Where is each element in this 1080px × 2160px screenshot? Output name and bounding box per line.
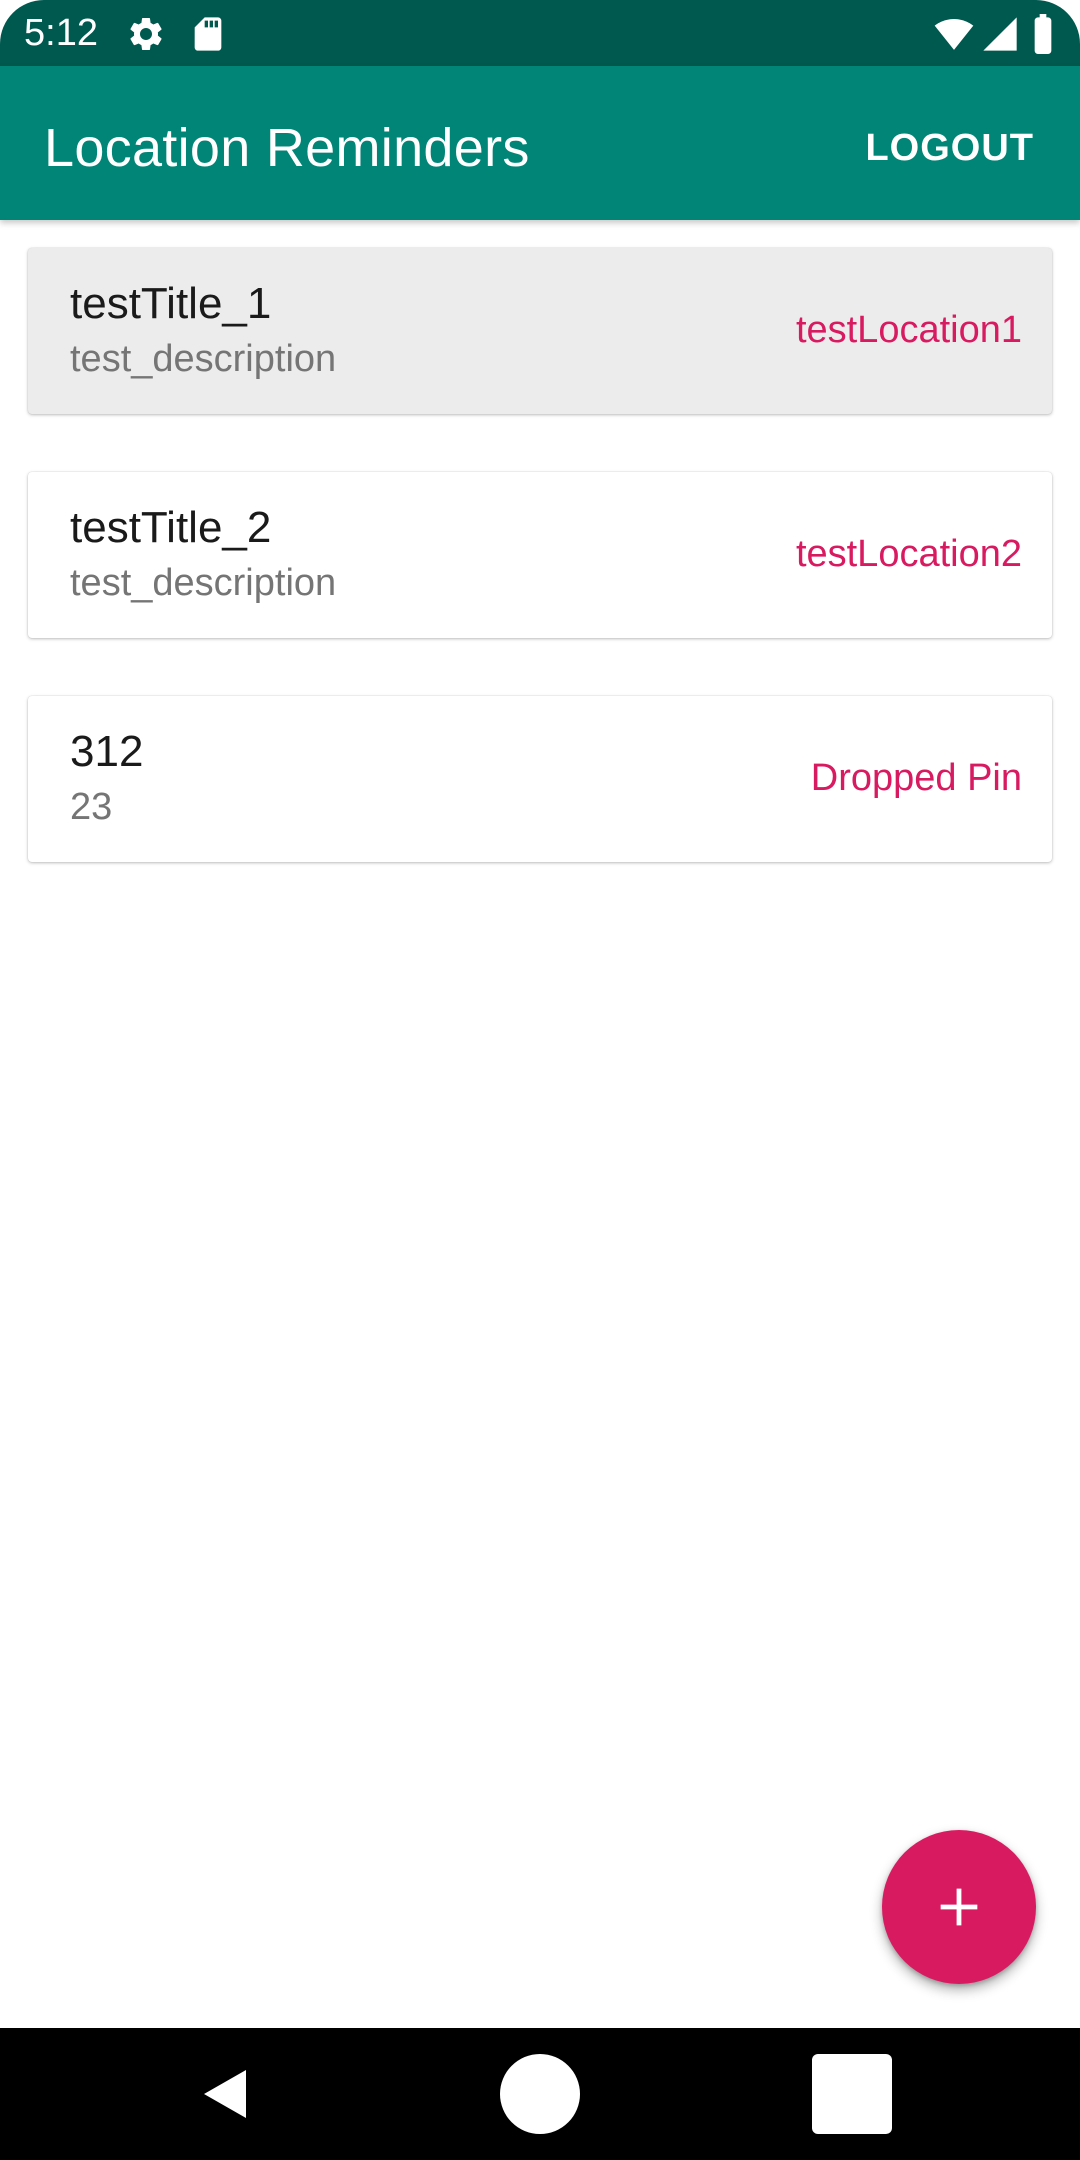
add-reminder-button[interactable] (882, 1830, 1036, 1984)
reminder-description: 23 (70, 786, 113, 828)
reminder-card[interactable]: testTitle_1 test_description testLocatio… (28, 248, 1052, 414)
reminder-location: testLocation1 (795, 309, 1022, 351)
sd-card-icon (188, 14, 228, 54)
status-time: 5:12 (24, 12, 98, 54)
app-bar: Location Reminders LOGOUT (0, 66, 1080, 220)
reminder-location: testLocation2 (795, 533, 1022, 575)
nav-bar (0, 2028, 1080, 2160)
reminder-card[interactable]: testTitle_2 test_description testLocatio… (28, 472, 1052, 638)
reminder-title: testTitle_2 (70, 503, 272, 552)
reminder-description: test_description (70, 338, 337, 380)
reminder-location: Dropped Pin (810, 757, 1022, 799)
reminder-description: test_description (70, 562, 337, 604)
battery-icon (1026, 14, 1060, 54)
gear-icon (126, 14, 166, 54)
reminder-title: testTitle_1 (70, 279, 272, 328)
add-icon (940, 1888, 978, 1926)
logout-button[interactable]: LOGOUT (853, 116, 1046, 180)
cell-signal-icon (980, 14, 1020, 54)
reminder-title: 312 (70, 727, 144, 776)
wifi-icon (934, 14, 974, 54)
page-title: Location Reminders (44, 118, 530, 178)
recents-icon[interactable] (812, 2054, 892, 2134)
status-bar: 5:12 (0, 0, 1080, 66)
back-icon[interactable] (188, 2054, 268, 2134)
reminder-card[interactable]: 312 23 Dropped Pin (28, 696, 1052, 862)
home-icon[interactable] (500, 2054, 580, 2134)
screen: 5:12 Location Reminders LOGOUT testTitle… (0, 0, 1080, 2160)
